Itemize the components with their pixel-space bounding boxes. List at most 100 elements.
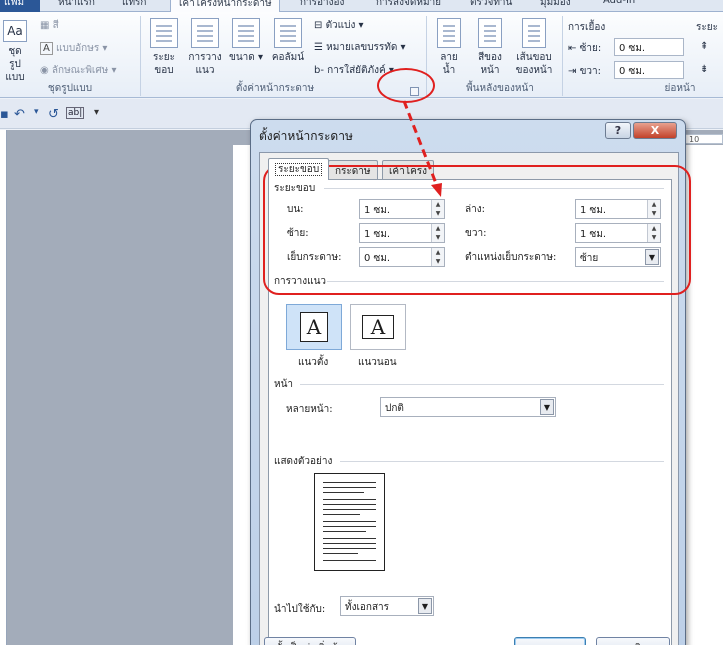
undo-dropdown-icon[interactable]: ▾ <box>34 107 39 117</box>
hyphenation-icon: b‑ <box>314 65 328 76</box>
dialog-title: ตั้งค่าหน้ากระดาษ <box>259 129 353 143</box>
orientation-button[interactable]: การวาง แนว <box>185 18 225 77</box>
margins-icon <box>150 18 178 48</box>
spacing-before-icon[interactable]: ⇞ <box>700 41 708 52</box>
indent-right-input[interactable]: 0 ซม. <box>614 61 684 79</box>
page-color-icon <box>478 18 502 48</box>
close-button[interactable]: X <box>633 122 677 139</box>
page-preview <box>314 473 385 571</box>
columns-label: คอลัมน์ <box>271 52 305 63</box>
page-background-group-label: พื้นหลังของหน้า <box>466 83 534 94</box>
dropdown-arrow-icon[interactable]: ▼ <box>540 399 554 415</box>
page-borders-icon <box>522 18 546 48</box>
page-color-button[interactable]: สีของ หน้า <box>472 18 508 77</box>
preview-line <box>323 499 376 500</box>
indent-title: การเยื้อง <box>568 22 606 33</box>
preview-line <box>323 487 376 488</box>
text-field-icon[interactable]: ab| <box>66 107 85 119</box>
tab-view[interactable]: มุมมอง <box>540 0 571 12</box>
apply-to-select[interactable]: ทั้งเอกสาร ▼ <box>340 596 434 616</box>
group-separator <box>140 16 141 96</box>
tab-home[interactable]: หน้าแรก <box>58 0 95 12</box>
preview-line <box>323 553 358 554</box>
watermark-button[interactable]: ลาย น้ำ <box>432 18 466 77</box>
tab-references[interactable]: การอ้างอิง <box>300 0 344 12</box>
preview-line <box>323 482 376 483</box>
watermark-label: ลาย น้ำ <box>440 52 458 76</box>
apply-to-label: นำไปใช้กับ: <box>274 604 326 615</box>
landscape-icon: A <box>362 315 394 339</box>
size-icon <box>232 18 260 48</box>
customize-toolbar-icon[interactable]: ▾ <box>94 107 99 118</box>
landscape-option[interactable]: A <box>350 304 406 350</box>
tab-file[interactable]: แฟ้ม <box>0 0 40 12</box>
preview-line <box>323 514 360 515</box>
preview-line <box>323 531 366 532</box>
breaks-icon: ⊟ <box>314 20 326 31</box>
horizontal-ruler: 10 <box>680 134 723 144</box>
themes-button[interactable]: Aa ชุด รูปแบบ <box>0 20 30 84</box>
pages-section-heading: หน้า <box>274 379 294 390</box>
cancel-button[interactable]: ยกเลิก <box>596 637 670 645</box>
preview-line <box>323 548 376 549</box>
fonts-icon: A <box>40 42 53 55</box>
themes-label: ชุด รูปแบบ <box>5 46 25 83</box>
spacing-after-icon[interactable]: ⇟ <box>700 64 708 75</box>
save-icon[interactable]: ▪ <box>0 107 9 122</box>
ribbon: Aa ชุด รูปแบบ ▦ สี A แบบอักษร ▾ ◉ ลักษณะ… <box>0 12 723 98</box>
theme-colors-button[interactable]: ▦ สี <box>40 18 59 33</box>
preview-line <box>323 526 376 527</box>
preview-line <box>323 560 376 561</box>
tab-mailings[interactable]: การส่งจดหมาย <box>376 0 441 12</box>
tab-margins[interactable]: ระยะขอบ <box>268 158 330 180</box>
launcher-highlight-ellipse <box>377 68 435 103</box>
themes-icon: Aa <box>3 20 27 42</box>
size-label: ขนาด <box>229 52 255 63</box>
repeat-icon[interactable]: ↺ <box>48 107 59 122</box>
margins-highlight-box <box>263 165 691 295</box>
ruler-number: 10 <box>689 135 700 144</box>
margins-label: ระยะ ขอบ <box>153 52 175 76</box>
line-numbers-button[interactable]: ☰ หมายเลขบรรทัด ▾ <box>314 40 406 55</box>
tab-insert[interactable]: แทรก <box>122 0 146 12</box>
spacing-title: ระยะ <box>696 22 718 33</box>
ribbon-tab-bar: แฟ้ม หน้าแรก แทรก เค้าโครงหน้ากระดาษ การ… <box>0 0 723 13</box>
orientation-label: การวาง แนว <box>188 52 222 76</box>
ok-button[interactable]: ตกลง <box>514 637 586 645</box>
page-borders-button[interactable]: เส้นขอบ ของหน้า <box>512 18 556 77</box>
size-button[interactable]: ขนาด ▾ <box>228 18 264 64</box>
tab-review[interactable]: ตรวจทาน <box>470 0 512 12</box>
indent-right-label: ⇥ ขวา: <box>568 66 601 77</box>
set-as-default-button[interactable]: ตั้งเป็นค่าเริ่มต้น <box>264 637 356 645</box>
preview-line <box>323 509 376 510</box>
vertical-ruler <box>0 130 7 645</box>
page-color-label: สีของ หน้า <box>478 52 502 76</box>
undo-icon[interactable]: ↶ <box>14 107 25 122</box>
preview-line <box>323 504 376 505</box>
page-setup-group-label: ตั้งค่าหน้ากระดาษ <box>235 83 315 94</box>
tab-add-in[interactable]: Add-In <box>603 0 635 12</box>
dropdown-arrow-icon[interactable]: ▼ <box>418 598 432 614</box>
portrait-option[interactable]: A <box>286 304 342 350</box>
indent-left-input[interactable]: 0 ซม. <box>614 38 684 56</box>
multiple-pages-label: หลายหน้า: <box>286 404 333 415</box>
effects-icon: ◉ <box>40 65 52 76</box>
preview-line <box>323 543 376 544</box>
themes-group-label: ชุดรูปแบบ <box>47 83 93 94</box>
help-button[interactable]: ? <box>605 122 631 139</box>
group-separator <box>562 16 563 96</box>
paragraph-group-label: ย่อหน้า <box>664 83 696 94</box>
theme-effects-button[interactable]: ◉ ลักษณะพิเศษ ▾ <box>40 63 116 78</box>
section-divider <box>300 384 664 385</box>
indent-left-icon: ⇤ <box>568 43 580 54</box>
preview-line <box>323 492 364 493</box>
preview-section-heading: แสดงตัวอย่าง <box>274 456 333 467</box>
landscape-label: แนวนอน <box>358 357 397 368</box>
preview-line <box>323 538 376 539</box>
breaks-button[interactable]: ⊟ ตัวแบ่ง ▾ <box>314 18 364 33</box>
section-divider <box>340 461 664 462</box>
multiple-pages-select[interactable]: ปกติ ▼ <box>380 397 556 417</box>
margins-button[interactable]: ระยะ ขอบ <box>146 18 182 77</box>
columns-button[interactable]: คอลัมน์ <box>268 18 308 64</box>
theme-fonts-button[interactable]: A แบบอักษร ▾ <box>40 41 107 56</box>
